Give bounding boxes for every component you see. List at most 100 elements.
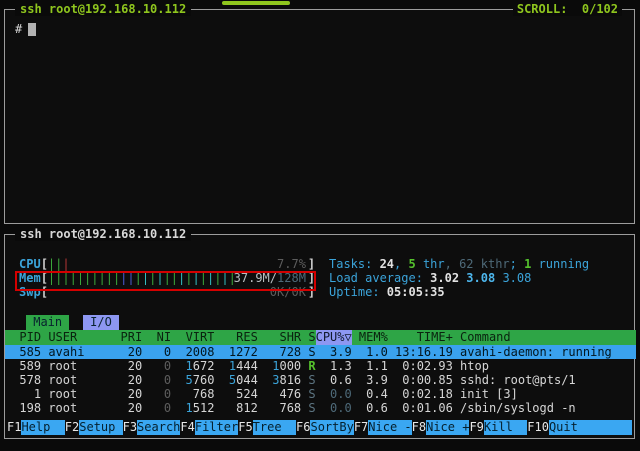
cell-time: 0:00.85: [388, 373, 453, 387]
load-average-line: Load average: 3.02 3.08 3.08: [329, 271, 589, 285]
cell-s: R: [301, 359, 315, 373]
cell-virt: 768: [171, 387, 214, 401]
cell-cmd: /sbin/syslogd -n: [453, 401, 636, 415]
cell-mem: 3.9: [352, 373, 388, 387]
fkey-filter[interactable]: F4Filter: [180, 420, 238, 435]
cell-mem: 0.4: [352, 387, 388, 401]
process-row-198[interactable]: 198root2001512812768S0.00.60:01.06/sbin/…: [5, 401, 636, 415]
fkey-search[interactable]: F3Search: [123, 420, 181, 435]
cell-shr: 476: [258, 387, 301, 401]
bracket: ]: [308, 271, 315, 285]
column-header-s[interactable]: S: [301, 330, 315, 345]
bracket: [: [41, 271, 48, 285]
fkey-action-label: Tree: [253, 420, 296, 435]
cell-cmd: htop: [453, 359, 636, 373]
column-header-shr[interactable]: SHR: [258, 330, 301, 345]
process-row-589[interactable]: 589root200167214441000R1.31.10:02.93htop: [5, 359, 636, 373]
htop-screen: CPU[|||7.7%]Mem[||||||||||||||||||||||||…: [5, 235, 634, 438]
column-header-cpu[interactable]: CPU%▽: [316, 330, 352, 345]
cell-cmd: avahi-daemon: running: [453, 345, 636, 359]
cell-virt: 1672: [171, 359, 214, 373]
column-header-user[interactable]: USER: [41, 330, 113, 345]
uptime-line: Uptime: 05:05:35: [329, 285, 589, 299]
mem-meter-bars: ||||||||||||||||||||||||||: [48, 271, 236, 285]
text-cursor: [28, 23, 36, 36]
cell-pid: 578: [5, 373, 41, 387]
fkey-kill[interactable]: F9Kill: [469, 420, 527, 435]
cell-cpu: 0.0: [316, 401, 352, 415]
fkey-key-label: F3: [123, 420, 137, 435]
fkey-quit[interactable]: F10Quit: [527, 420, 632, 435]
function-key-bar: F1HelpF2SetupF3SearchF4FilterF5TreeF6Sor…: [7, 420, 632, 435]
swp-meter: Swp[0K/0K]: [19, 285, 319, 299]
fkey-key-label: F7: [354, 420, 368, 435]
column-header-ni[interactable]: NI: [142, 330, 171, 345]
swp-meter-value: 0K/0K: [270, 285, 306, 299]
cell-pri: 20: [113, 401, 142, 415]
cell-virt: 2008: [171, 345, 214, 359]
tasks-line: Tasks: 24, 5 thr, 62 kthr; 1 running: [329, 257, 589, 271]
bracket: ]: [308, 285, 315, 299]
fkey-key-label: F1: [7, 420, 21, 435]
column-header-pri[interactable]: PRI: [113, 330, 142, 345]
cell-shr: 3816: [258, 373, 301, 387]
fkey-nice-[interactable]: F7Nice -: [354, 420, 412, 435]
fkey-setup[interactable]: F2Setup: [65, 420, 123, 435]
shell-pane-title: ssh root@192.168.10.112: [15, 2, 191, 16]
shell-prompt: #: [15, 22, 22, 36]
video-progress-artifact: [222, 1, 290, 5]
fkey-tree[interactable]: F5Tree: [238, 420, 296, 435]
cell-s: S: [301, 387, 315, 401]
column-header-res[interactable]: RES: [214, 330, 257, 345]
cell-res: 5044: [214, 373, 257, 387]
bar-segment: |: [192, 271, 199, 285]
fkey-action-label: SortBy: [310, 420, 353, 435]
cell-shr: 1000: [258, 359, 301, 373]
cell-virt: 5760: [171, 373, 214, 387]
bar-segment: ||: [120, 271, 134, 285]
tab-i-o[interactable]: I/O: [83, 315, 119, 330]
fkey-key-label: F9: [469, 420, 483, 435]
cell-pri: 20: [113, 387, 142, 401]
cell-s: S: [301, 373, 315, 387]
cpu-meter-bars: |||: [48, 257, 70, 271]
fkey-key-label: F2: [65, 420, 79, 435]
fkey-key-label: F8: [412, 420, 426, 435]
cell-s: S: [301, 345, 315, 359]
cpu-meter-body: |||7.7%: [48, 257, 308, 271]
bar-segment: |: [142, 271, 149, 285]
cell-mem: 1.0: [352, 345, 388, 359]
fkey-key-label: F4: [180, 420, 194, 435]
process-table: PIDUSERPRINIVIRTRESSHRSCPU%▽MEM%TIME+Com…: [5, 330, 636, 415]
cell-pid: 589: [5, 359, 41, 373]
cell-user: root: [41, 359, 113, 373]
column-header-mem[interactable]: MEM%: [352, 330, 388, 345]
fkey-help[interactable]: F1Help: [7, 420, 65, 435]
bracket: [: [41, 285, 48, 299]
bar-segment: |: [156, 271, 163, 285]
shell-pane[interactable]: ssh root@192.168.10.112 SCROLL: 0/102 #: [4, 9, 635, 224]
column-header-time[interactable]: TIME+: [388, 330, 453, 345]
column-header-pid[interactable]: PID: [5, 330, 41, 345]
cell-cmd: sshd: root@pts/1: [453, 373, 636, 387]
process-row-578[interactable]: 578root200576050443816S0.63.90:00.85sshd…: [5, 373, 636, 387]
tab-main[interactable]: Main: [26, 315, 69, 330]
cell-res: 524: [214, 387, 257, 401]
fkey-action-label: Quit: [549, 420, 632, 435]
cell-shr: 728: [258, 345, 301, 359]
fkey-action-label: Help: [21, 420, 64, 435]
column-header-cmd[interactable]: Command: [453, 330, 636, 345]
htop-pane[interactable]: ssh root@192.168.10.112 CPU[|||7.7%]Mem[…: [4, 234, 635, 439]
fkey-nice-[interactable]: F8Nice +: [412, 420, 470, 435]
cell-mem: 0.6: [352, 401, 388, 415]
cell-mem: 1.1: [352, 359, 388, 373]
bar-segment: ||: [164, 271, 178, 285]
process-row-585[interactable]: 585avahi20020081272728S3.91.013:16.19ava…: [5, 345, 636, 359]
process-row-1[interactable]: 1root200768524476S0.00.40:02.18init [3]: [5, 387, 636, 401]
table-header-row: PIDUSERPRINIVIRTRESSHRSCPU%▽MEM%TIME+Com…: [5, 330, 636, 345]
cell-res: 1272: [214, 345, 257, 359]
mem-meter-label: Mem: [19, 271, 41, 285]
fkey-sortby[interactable]: F6SortBy: [296, 420, 354, 435]
cpu-meter-label: CPU: [19, 257, 41, 271]
column-header-virt[interactable]: VIRT: [171, 330, 214, 345]
